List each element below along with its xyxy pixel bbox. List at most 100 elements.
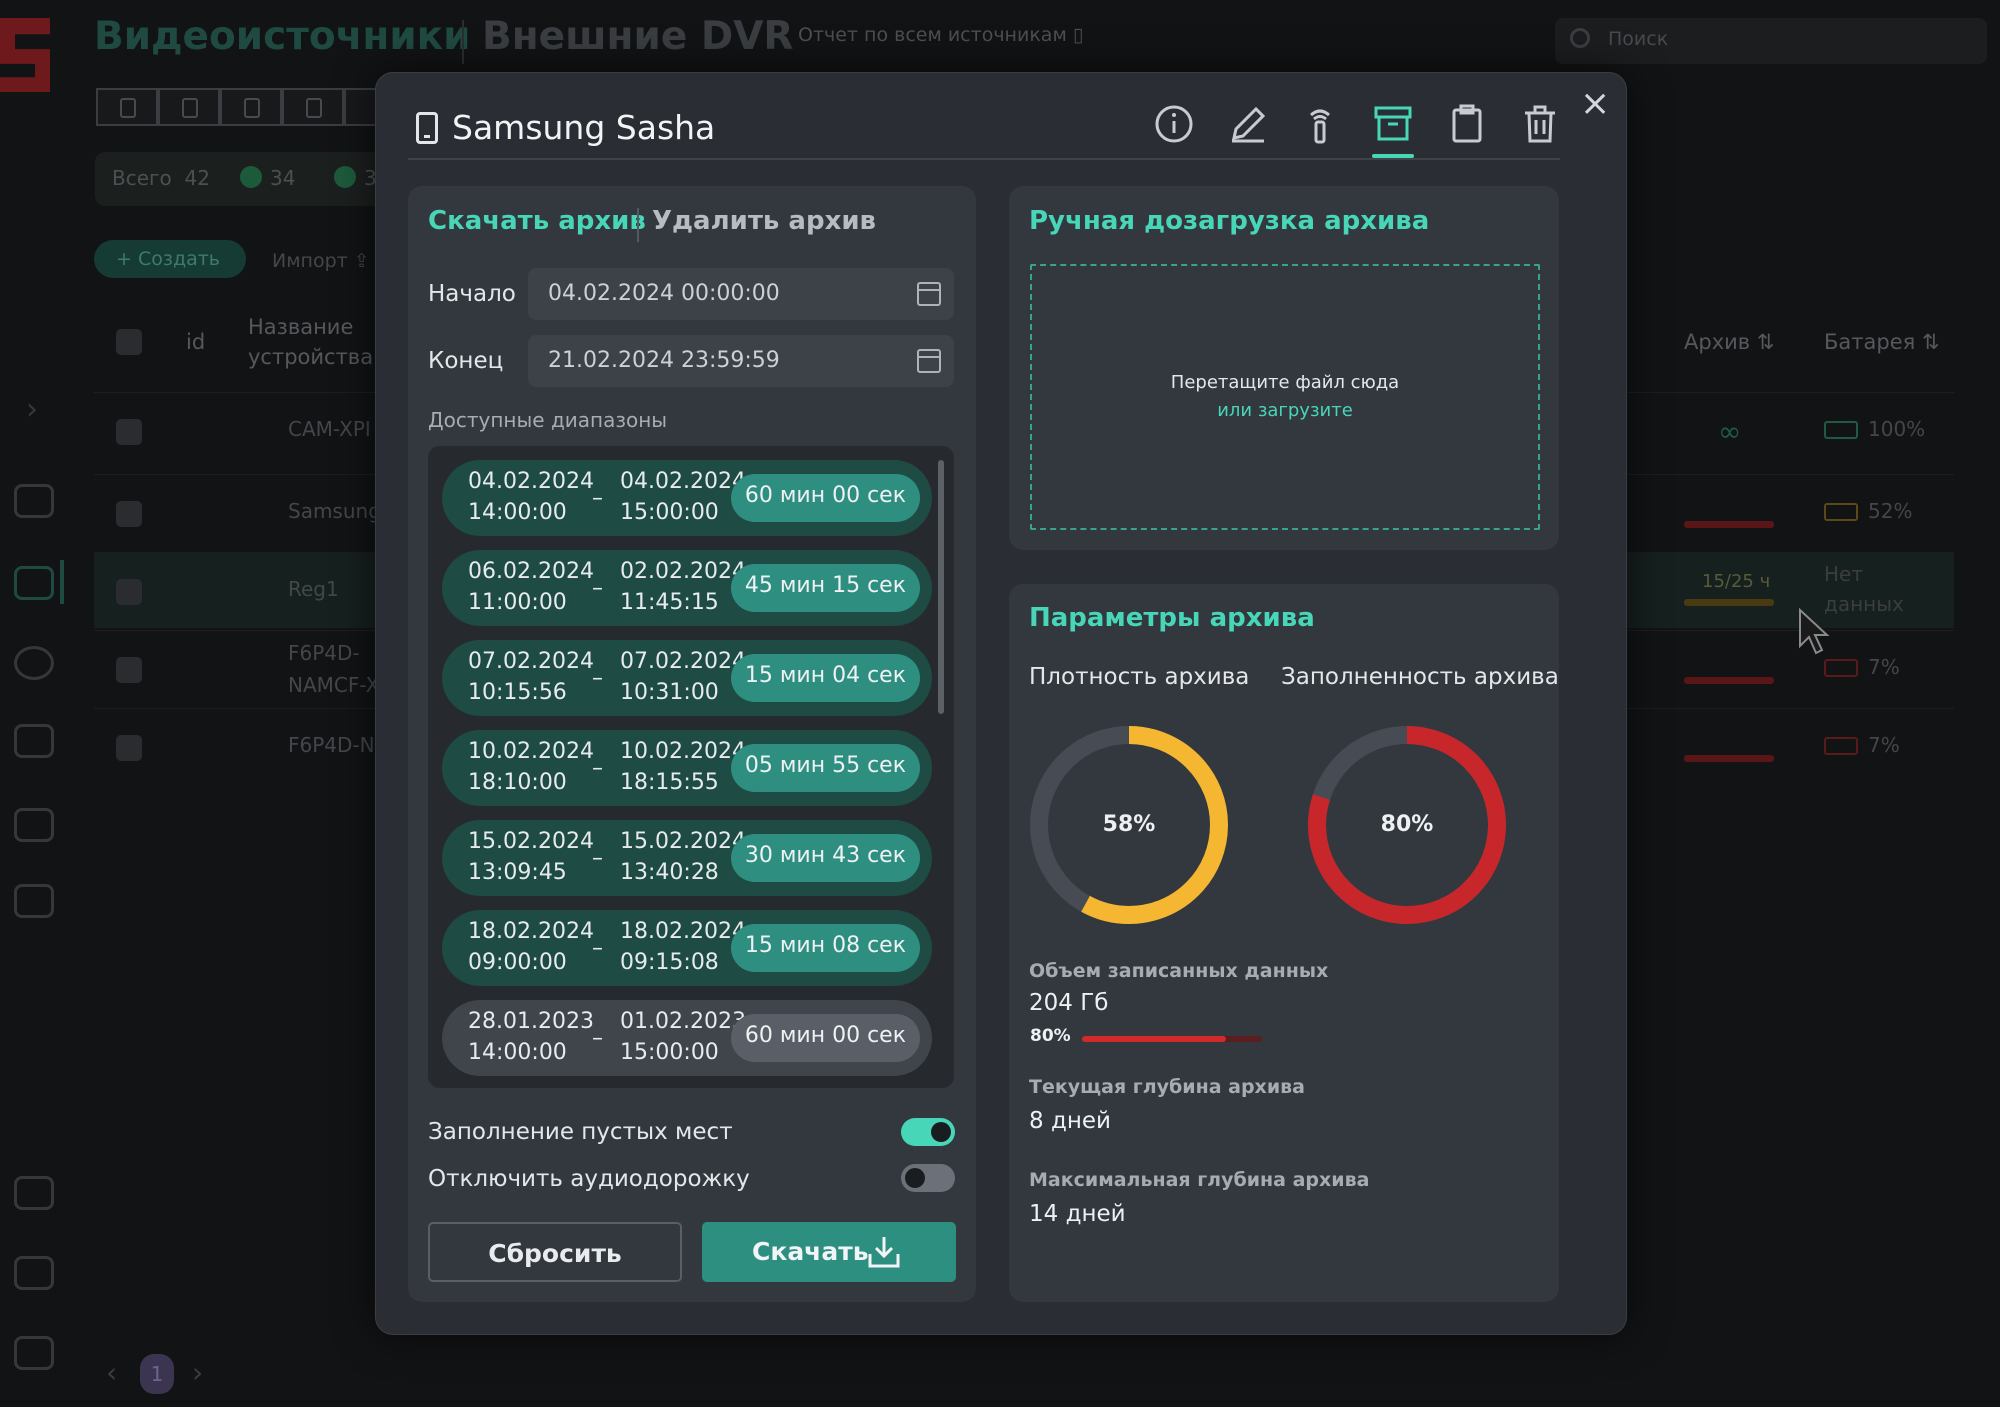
- app-logo: [0, 18, 50, 92]
- tab-external-dvr[interactable]: Внешние DVR: [482, 14, 793, 59]
- range-duration: 15 мин 04 сек: [730, 654, 920, 702]
- column-battery[interactable]: Батарея ⇅: [1824, 330, 1940, 354]
- signal-icon[interactable]: [1298, 102, 1342, 146]
- battery-value: 7%: [1868, 655, 1900, 679]
- range-start: 07.02.2024 10:15:56: [468, 646, 594, 708]
- fill-value: 80%: [1380, 812, 1434, 837]
- map-icon[interactable]: [14, 484, 54, 518]
- archive-bar: [1684, 521, 1774, 528]
- logout-icon[interactable]: [14, 1336, 54, 1370]
- select-all-checkbox[interactable]: [116, 329, 142, 355]
- archive-status: 15/25 ч: [1702, 571, 1771, 592]
- mute-audio-toggle[interactable]: [901, 1164, 955, 1192]
- range-start-time: 10:15:56: [468, 680, 567, 705]
- profile-icon[interactable]: [14, 1256, 54, 1290]
- alert-icon[interactable]: [14, 724, 54, 758]
- range-item[interactable]: 06.02.2024 11:00:00–02.02.2024 11:45:15 45 …: [442, 550, 932, 626]
- row-checkbox[interactable]: [116, 735, 142, 761]
- create-button[interactable]: + Создать: [94, 240, 246, 278]
- max-depth-label: Максимальная глубина архива: [1029, 1169, 1370, 1191]
- range-start-date: 10.02.2024: [468, 739, 594, 764]
- tab-download-archive[interactable]: Скачать архив: [428, 206, 646, 236]
- calendar-icon[interactable]: [917, 282, 941, 306]
- filter-camera-button[interactable]: [282, 88, 344, 126]
- range-duration: 05 мин 55 сек: [730, 744, 920, 792]
- device-name: F6P4D-NAMCF-X: [288, 641, 380, 697]
- column-archive[interactable]: Архив ⇅: [1684, 330, 1774, 354]
- range-item[interactable]: 04.02.2024 14:00:00–04.02.2024 15:00:00 60 …: [442, 460, 932, 536]
- tab-delete-archive[interactable]: Удалить архив: [652, 206, 876, 236]
- column-name[interactable]: Название устройства: [248, 312, 378, 376]
- recorded-label: Объем записанных данных: [1029, 960, 1329, 982]
- recorded-value: 204 Гб: [1029, 990, 1109, 1016]
- row-checkbox[interactable]: [116, 501, 142, 527]
- page-title: Видеоисточники: [94, 14, 471, 59]
- range-item[interactable]: 10.02.2024 18:10:00–10.02.2024 18:15:55 05 …: [442, 730, 932, 806]
- file-dropzone[interactable]: [1030, 264, 1540, 530]
- ranges-list[interactable]: 04.02.2024 14:00:00–04.02.2024 15:00:00 60 …: [428, 446, 954, 1088]
- row-checkbox[interactable]: [116, 579, 142, 605]
- filter-recorder-button[interactable]: [220, 88, 282, 126]
- video-icon[interactable]: [14, 566, 54, 600]
- range-start: 04.02.2024 14:00:00: [468, 466, 594, 528]
- archive-icon[interactable]: [1371, 102, 1415, 146]
- upload-link[interactable]: или загрузите: [1030, 400, 1540, 421]
- close-icon[interactable]: ×: [1580, 86, 1610, 122]
- users-icon[interactable]: [14, 808, 54, 842]
- report-link[interactable]: Отчет по всем источникам ▯: [798, 24, 1083, 46]
- range-item[interactable]: 07.02.2024 10:15:56–07.02.2024 10:31:00 15 …: [442, 640, 932, 716]
- clipboard-icon[interactable]: [1445, 102, 1489, 146]
- total-label: Всего 42: [112, 166, 210, 190]
- info-icon[interactable]: [1152, 102, 1196, 146]
- online2-dot-icon: [334, 166, 356, 188]
- battery-value: Нет данных: [1824, 562, 1904, 616]
- filter-dvr-button[interactable]: [158, 88, 220, 126]
- battery-value: 7%: [1868, 733, 1900, 757]
- range-dash: –: [592, 486, 603, 511]
- edit-icon[interactable]: [1226, 102, 1270, 146]
- network-icon[interactable]: [14, 884, 54, 918]
- battery-value: 100%: [1868, 417, 1926, 441]
- row-checkbox[interactable]: [116, 419, 142, 445]
- range-end: 07.02.2024 10:31:00: [620, 646, 746, 708]
- fill-gaps-label: Заполнение пустых мест: [428, 1119, 733, 1145]
- range-start-date: 07.02.2024: [468, 649, 594, 674]
- page-number[interactable]: 1: [140, 1354, 174, 1394]
- trash-icon[interactable]: [1518, 102, 1562, 146]
- reset-button[interactable]: Сбросить: [428, 1222, 682, 1282]
- range-start-date: 04.02.2024: [468, 469, 594, 494]
- key-icon[interactable]: [14, 1176, 54, 1210]
- start-date-input[interactable]: 04.02.2024 00:00:00: [528, 268, 954, 320]
- download-button-label: Скачать: [752, 1237, 869, 1266]
- battery-icon: [1824, 421, 1858, 439]
- end-date-input[interactable]: 21.02.2024 23:59:59: [528, 335, 954, 387]
- cursor-icon: [1799, 608, 1830, 655]
- import-button[interactable]: Импорт ⇪: [272, 250, 370, 272]
- range-end: 04.02.2024 15:00:00: [620, 466, 746, 528]
- column-id[interactable]: id: [186, 330, 205, 354]
- prev-page-icon[interactable]: ‹: [106, 1356, 117, 1389]
- filter-phone-button[interactable]: [96, 88, 158, 126]
- range-item[interactable]: 15.02.2024 13:09:45–15.02.2024 13:40:28 30 …: [442, 820, 932, 896]
- eye-icon[interactable]: [14, 646, 54, 680]
- fill-gaps-toggle[interactable]: [901, 1118, 955, 1146]
- calendar-icon[interactable]: [917, 349, 941, 373]
- start-label: Начало: [428, 281, 516, 307]
- archive-bar: [1684, 677, 1774, 684]
- range-start: 28.01.2023 14:00:00: [468, 1006, 594, 1068]
- range-end-date: 04.02.2024: [620, 469, 746, 494]
- range-dash: –: [592, 936, 603, 961]
- range-end: 01.02.2023 15:00:00: [620, 1006, 746, 1068]
- range-dash: –: [592, 1026, 603, 1051]
- depth-label: Текущая глубина архива: [1029, 1076, 1305, 1098]
- range-item[interactable]: 18.02.2024 09:00:00–18.02.2024 09:15:08 15 …: [442, 910, 932, 986]
- sidebar-expand-icon[interactable]: ›: [26, 392, 38, 427]
- range-start-time: 14:00:00: [468, 500, 567, 525]
- ranges-scrollbar[interactable]: [938, 460, 944, 714]
- range-item[interactable]: 28.01.2023 14:00:00–01.02.2023 15:00:00 60 …: [442, 1000, 932, 1076]
- download-button[interactable]: Скачать: [702, 1222, 956, 1282]
- phone-icon: [416, 112, 438, 144]
- next-page-icon[interactable]: ›: [192, 1356, 203, 1389]
- row-checkbox[interactable]: [116, 657, 142, 683]
- camera-icon: [306, 98, 322, 118]
